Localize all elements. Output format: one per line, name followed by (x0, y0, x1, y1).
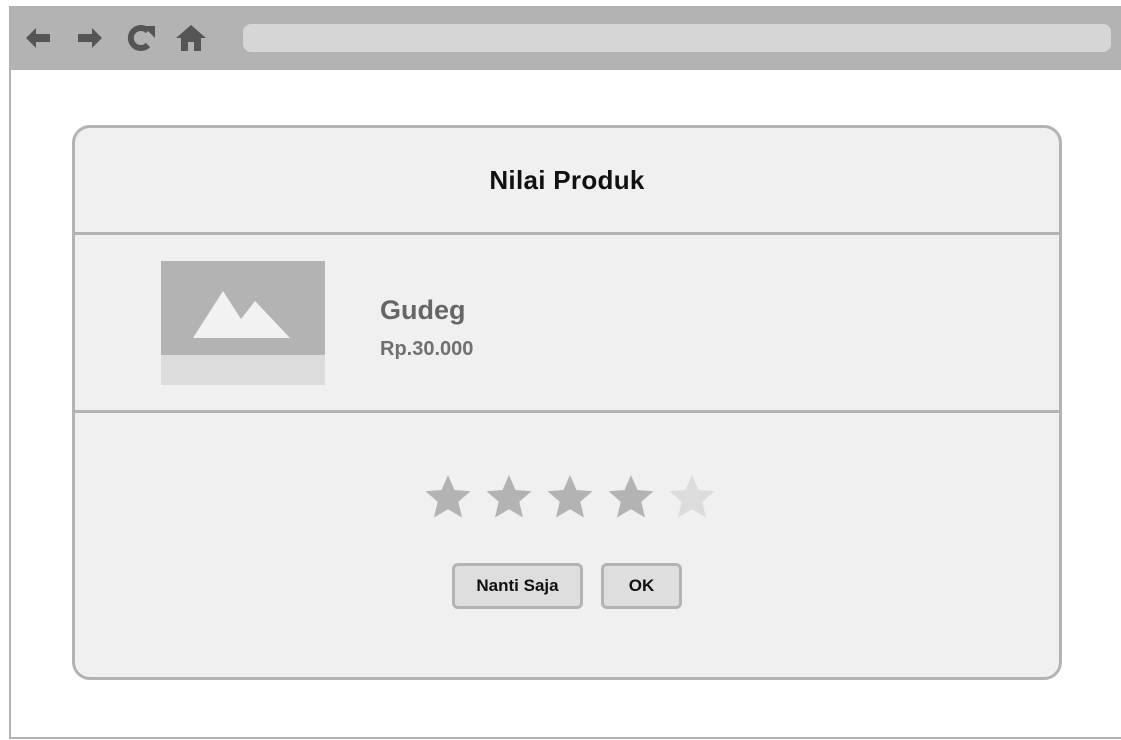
dialog-actions: Nanti Saja OK (452, 563, 682, 609)
reload-icon[interactable] (121, 6, 161, 70)
address-bar[interactable] (243, 24, 1111, 52)
star-rating (424, 473, 716, 521)
dialog-header: Nilai Produk (75, 128, 1059, 232)
back-arrow-icon[interactable] (21, 6, 55, 70)
product-summary: Gudeg Rp.30.000 (75, 235, 1059, 410)
dialog-title: Nilai Produk (489, 164, 645, 195)
star-empty-icon[interactable] (668, 473, 716, 521)
rate-product-dialog: Nilai Produk Gudeg Rp.30.000 Nanti Saja … (72, 125, 1062, 680)
forward-arrow-icon[interactable] (73, 6, 107, 70)
star-filled-icon[interactable] (607, 473, 655, 521)
browser-window: Nilai Produk Gudeg Rp.30.000 Nanti Saja … (0, 0, 1121, 740)
ok-button[interactable]: OK (601, 563, 682, 609)
star-filled-icon[interactable] (424, 473, 472, 521)
rating-section: Nanti Saja OK (75, 413, 1059, 677)
browser-toolbar (9, 6, 1121, 70)
image-placeholder-icon (161, 261, 325, 385)
product-price: Rp.30.000 (380, 338, 474, 360)
star-filled-icon[interactable] (485, 473, 533, 521)
later-button[interactable]: Nanti Saja (452, 563, 583, 609)
product-name: Gudeg (380, 295, 466, 325)
home-icon[interactable] (171, 6, 211, 70)
star-filled-icon[interactable] (546, 473, 594, 521)
